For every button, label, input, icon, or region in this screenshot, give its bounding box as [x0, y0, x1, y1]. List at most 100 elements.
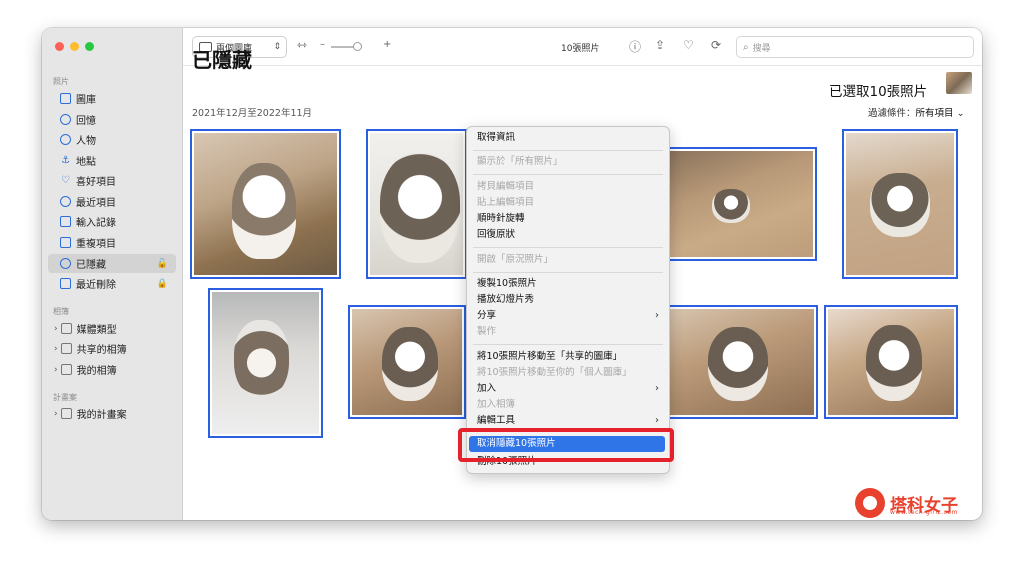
photo-tile[interactable] [842, 129, 958, 279]
search-placeholder: 搜尋 [752, 43, 771, 54]
unlock-icon: 🔓 [156, 258, 168, 269]
photo-count: 10張照片 [561, 44, 600, 54]
folder-icon [60, 364, 72, 375]
zoom-in-icon[interactable]: + [383, 39, 391, 50]
sidebar-item-label: 人物 [76, 136, 96, 147]
chevron-right-icon[interactable]: › [54, 365, 58, 375]
annotation-highlight-box [458, 428, 674, 462]
menu-item-slideshow[interactable]: 播放幻燈片秀 [477, 293, 534, 307]
menu-item-rotate-clockwise[interactable]: 順時針旋轉 [477, 212, 525, 226]
sidebar-item-memories[interactable]: 回憶 [48, 110, 176, 129]
context-menu: 取得資訊 顯示於「所有照片」 拷貝編輯項目 貼上編輯項目 順時針旋轉 回復原狀 … [466, 126, 670, 474]
menu-item-add-to[interactable]: 加入 [477, 382, 496, 396]
sidebar-item-imports[interactable]: 輸入記錄 [48, 212, 176, 231]
menu-separator [473, 150, 663, 151]
sidebar: 照片 圖庫 回憶 人物 ⚓ 地點 ♡ 喜好項目 最近項目 輸入記錄 重複項目 已隱藏… [42, 28, 183, 520]
zoom-slider[interactable] [331, 42, 362, 51]
selected-count: 已選取10張照片 [829, 84, 928, 100]
menu-item-add-to-album: 加入相簿 [477, 399, 516, 410]
sidebar-item-places[interactable]: ⚓ 地點 [48, 151, 176, 170]
chevron-right-icon[interactable]: › [54, 324, 58, 334]
sidebar-item-label: 喜好項目 [76, 177, 116, 188]
rotate-icon[interactable]: ⟳ [711, 38, 721, 52]
chevron-down-icon: ⌄ [956, 108, 965, 119]
sidebar-item-hidden[interactable]: 已隱藏 🔓 [48, 254, 176, 273]
photo-tile[interactable] [824, 305, 958, 419]
close-button[interactable] [55, 42, 64, 51]
sidebar-item-recently-deleted[interactable]: 最近刪除 🔒 [48, 274, 176, 293]
menu-item-duplicate[interactable]: 複製10張照片 [477, 277, 537, 291]
sidebar-item-library[interactable]: 圖庫 [48, 89, 176, 108]
search-icon: ⌕ [743, 41, 749, 53]
filter-value: 所有項目 [915, 108, 954, 119]
chevron-right-icon[interactable]: › [54, 409, 58, 419]
toolbar: 兩個圖庫 ⇕ ⇿ – + 10張照片 ⓘ ⇪ ♡ ⟳ ⌕ 搜尋 [183, 28, 982, 66]
photo-tile[interactable] [366, 129, 467, 279]
menu-item-edit-with[interactable]: 編輯工具 [477, 414, 515, 428]
folder-icon [60, 343, 72, 354]
photo-tile[interactable] [190, 129, 341, 279]
zoom-button[interactable] [85, 42, 94, 51]
page-title: 已隱藏 [192, 48, 252, 72]
brand-url: www.tech-girlz.com [890, 509, 958, 516]
sidebar-item-label: 共享的相簿 [76, 345, 127, 356]
album-thumbnail [946, 72, 972, 94]
sidebar-item-label: 回憶 [76, 116, 96, 127]
sidebar-item-label: 媒體類型 [76, 325, 117, 336]
sidebar-item-label: 輸入記錄 [76, 218, 116, 229]
menu-item-share[interactable]: 分享 [477, 309, 496, 323]
photo-tile[interactable] [208, 288, 323, 438]
heart-icon[interactable]: ♡ [683, 38, 694, 52]
clock-icon [60, 196, 71, 207]
sidebar-item-label: 地點 [76, 157, 96, 168]
folder-icon [60, 408, 72, 419]
zoom-slider-knob[interactable] [353, 42, 362, 51]
minimize-button[interactable] [70, 42, 79, 51]
filter-label: 過濾條件： [868, 108, 916, 119]
sidebar-item-label: 最近刪除 [76, 280, 116, 291]
share-icon[interactable]: ⇪ [655, 38, 665, 52]
sidebar-item-label: 已隱藏 [76, 260, 106, 271]
section-projects-heading: 計畫案 [53, 393, 77, 402]
menu-item-paste-edits: 貼上編輯項目 [477, 197, 535, 208]
date-range: 2021年12月至2022年11月 [192, 108, 313, 119]
lock-icon: 🔒 [156, 278, 168, 289]
photo-tile[interactable] [666, 147, 817, 261]
sidebar-item-favorites[interactable]: ♡ 喜好項目 [48, 171, 176, 190]
section-albums-heading: 相簿 [53, 307, 69, 316]
sidebar-item-people[interactable]: 人物 [48, 130, 176, 149]
sidebar-item-label: 最近項目 [76, 198, 116, 209]
watermark-logo: 塔科女子 www.tech-girlz.com [855, 488, 958, 518]
sidebar-item-media-types[interactable]: › 媒體類型 [48, 319, 176, 338]
sidebar-item-label: 圖庫 [76, 95, 96, 106]
zoom-out-icon[interactable]: – [320, 39, 325, 50]
chevron-right-icon: › [655, 415, 659, 426]
menu-item-show-in-all-photos: 顯示於「所有照片」 [477, 156, 563, 167]
section-photos-heading: 照片 [53, 77, 69, 86]
sidebar-item-label: 重複項目 [76, 239, 116, 250]
menu-item-move-to-shared-library[interactable]: 將10張照片移動至「共享的圖庫」 [477, 350, 622, 364]
menu-item-get-info[interactable]: 取得資訊 [477, 131, 515, 145]
photo-tile[interactable] [666, 305, 818, 419]
menu-item-create: 製作 [477, 326, 497, 337]
sidebar-item-duplicates[interactable]: 重複項目 [48, 233, 176, 252]
eye-slash-icon [60, 258, 71, 269]
fit-photos-icon[interactable]: ⇿ [297, 38, 307, 52]
folder-icon [60, 323, 72, 334]
updown-chevron-icon: ⇕ [273, 42, 281, 52]
sidebar-item-shared-albums[interactable]: › 共享的相簿 [48, 339, 176, 358]
filter-menu[interactable]: 過濾條件：所有項目 ⌄ [868, 105, 965, 119]
info-icon[interactable]: ⓘ [629, 38, 641, 55]
sidebar-item-my-projects[interactable]: › 我的計畫案 [48, 404, 176, 423]
brand-logo-icon [855, 488, 885, 518]
sidebar-item-recents[interactable]: 最近項目 [48, 192, 176, 211]
heart-icon: ♡ [61, 175, 70, 186]
menu-item-revert-to-original[interactable]: 回復原狀 [477, 228, 515, 242]
search-field[interactable]: ⌕ 搜尋 [736, 36, 974, 58]
menu-item-move-to-personal-library: 將10張照片移動至你的「個人圖庫」 [477, 367, 632, 378]
chevron-right-icon[interactable]: › [54, 344, 58, 354]
sidebar-item-my-albums[interactable]: › 我的相簿 [48, 360, 176, 379]
photo-tile[interactable] [348, 305, 466, 419]
menu-item-open-live-photo: 開啟「原況照片」 [477, 254, 554, 265]
menu-separator [473, 247, 663, 248]
